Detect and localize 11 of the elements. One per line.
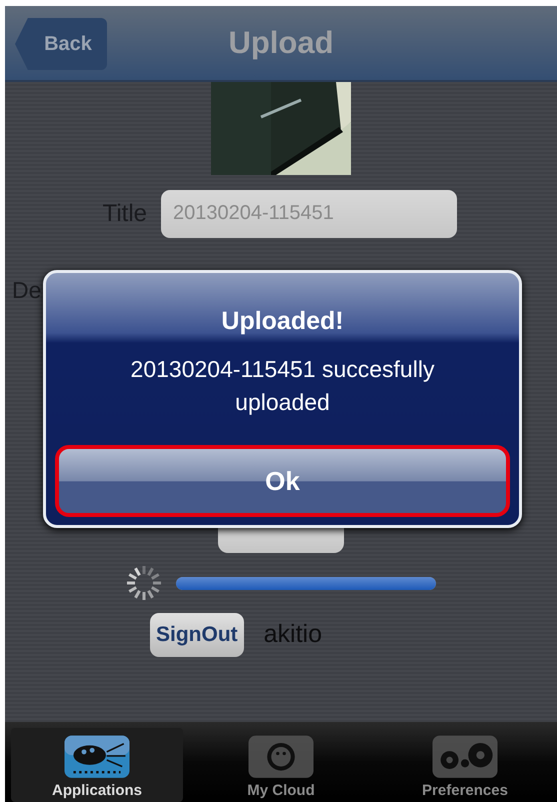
screen-title: Upload (228, 24, 334, 62)
tab[interactable]: Preferences (379, 728, 551, 802)
ok-button[interactable]: Ok (55, 445, 510, 517)
back-button[interactable]: Back (15, 18, 107, 70)
tab[interactable]: My Cloud (195, 728, 367, 802)
username: akitio (264, 619, 322, 650)
alert-title: Uploaded! (221, 306, 344, 337)
spinner-icon (126, 565, 162, 601)
sign-out-button[interactable]: SignOut (150, 613, 244, 656)
alert-message: 20130204-115451 succesfully uploaded (130, 354, 436, 417)
tab[interactable]: Applications (11, 728, 183, 802)
